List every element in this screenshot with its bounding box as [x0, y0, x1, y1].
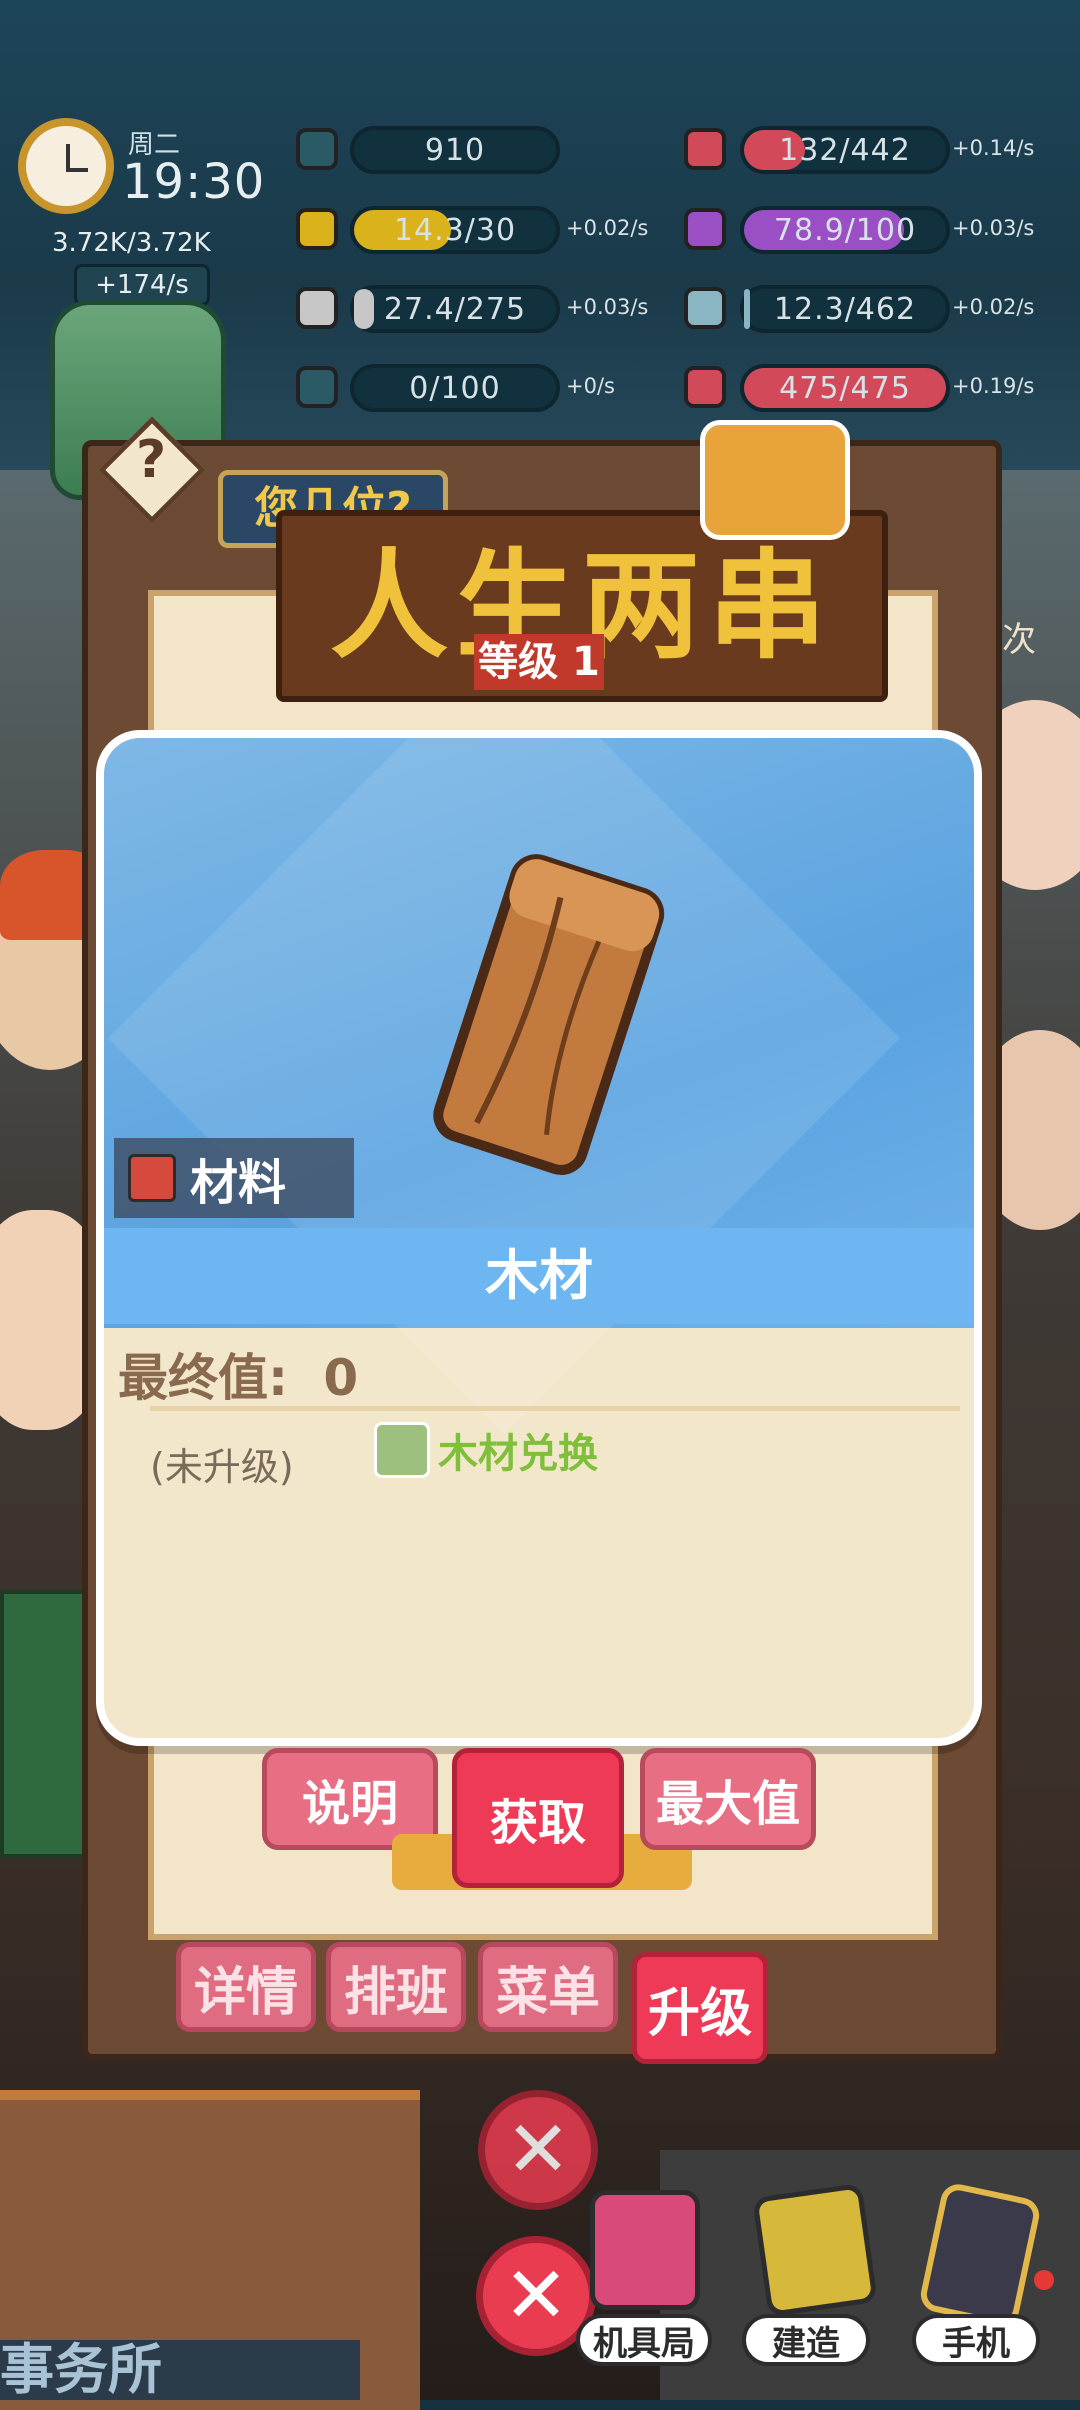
final-value-row: 最终值: 0: [118, 1338, 358, 1410]
gold-bar-icon: [290, 202, 344, 256]
coal-icon: [290, 281, 344, 335]
resource-rate: +0.03/s: [952, 216, 1035, 240]
book-icon: [128, 1154, 176, 1202]
resource-bar: 910: [350, 126, 560, 174]
resource-rate: +0.14/s: [952, 136, 1035, 160]
chocolate-icon: [678, 202, 732, 256]
resource-rate: +0.02/s: [566, 216, 649, 240]
resource-value: 475/475: [779, 370, 911, 406]
resource-bar: 14.3/30: [350, 206, 560, 254]
resource-bar: 132/442: [740, 126, 950, 174]
notification-dot: [1034, 2270, 1054, 2290]
resource-bar: 12.3/462: [740, 285, 950, 333]
wood-exchange-icon: [374, 1422, 430, 1478]
level-badge: 等级 1: [474, 634, 604, 690]
final-value: 0: [323, 1349, 359, 1407]
help-icon: ?: [136, 430, 167, 490]
resource-fill: [354, 289, 375, 329]
beer-mugs-icon: [700, 420, 850, 540]
time-label: 19:30: [122, 154, 266, 210]
max-button[interactable]: 最大值: [640, 1748, 816, 1850]
cash-label: 3.72K/3.72K: [52, 228, 211, 258]
obtain-button[interactable]: 获取: [452, 1748, 624, 1888]
heart-icon: [678, 360, 732, 414]
tab-schedule[interactable]: 排班: [326, 1942, 466, 2032]
final-value-label: 最终值:: [118, 1349, 288, 1407]
close-icon: ✕: [503, 2251, 569, 2341]
shopping-bag-icon: [590, 2190, 700, 2310]
tab-menu[interactable]: 菜单: [478, 1942, 618, 2032]
tab-details[interactable]: 详情: [176, 1942, 316, 2032]
resource-value: 78.9/100: [773, 212, 917, 248]
resource-value: 132/442: [779, 132, 911, 168]
resource-bar: 0/100: [350, 364, 560, 412]
nav-phone-label[interactable]: 手机: [912, 2314, 1040, 2366]
nav-shop[interactable]: [570, 2180, 720, 2330]
nav-build[interactable]: [736, 2180, 886, 2330]
close-icon: ✕: [505, 2105, 571, 2195]
resource-value: 12.3/462: [773, 291, 917, 327]
resource-rate: +0/s: [566, 374, 615, 398]
tab-upgrade[interactable]: 升级: [632, 1952, 768, 2064]
item-name-bar: 木材: [104, 1228, 974, 1324]
category-tag: 材料: [114, 1138, 354, 1218]
water-bottle-icon: [678, 281, 732, 335]
nav-shop-label[interactable]: 机具局: [576, 2314, 712, 2366]
resource-bar: 78.9/100: [740, 206, 950, 254]
exchange-link-label: 木材兑换: [438, 1431, 598, 1477]
upgrade-status: (未升级): [150, 1445, 294, 1489]
side-text: 次: [1002, 620, 1036, 660]
peach-icon: [290, 122, 344, 176]
wood-plank-icon: [290, 360, 344, 414]
item-name: 木材: [485, 1244, 593, 1307]
divider: [150, 1406, 960, 1411]
resource-value: 910: [424, 132, 486, 168]
street-sign: 事务所: [0, 2340, 360, 2400]
resource-rate: +0.19/s: [952, 374, 1035, 398]
resource-value: 14.3/30: [393, 212, 517, 248]
phone-icon: [917, 2181, 1043, 2329]
exchange-link[interactable]: 木材兑换: [374, 1420, 598, 1480]
resource-rate: +0.03/s: [566, 295, 649, 319]
item-detail-modal: 材料 木材 最终值: 0 (未升级) 木材兑换: [96, 730, 982, 1746]
build-icon: [752, 2182, 878, 2318]
ticket-icon: [678, 122, 732, 176]
nav-phone[interactable]: [906, 2180, 1056, 2330]
resource-bar: 475/475: [740, 364, 950, 412]
nav-build-label[interactable]: 建造: [742, 2314, 870, 2366]
resource-bar: 27.4/275: [350, 285, 560, 333]
category-label: 材料: [190, 1155, 287, 1211]
resource-value: 27.4/275: [383, 291, 527, 327]
wood-plank-icon: [433, 854, 665, 1175]
resource-rate: +0.02/s: [952, 295, 1035, 319]
resource-fill: [744, 289, 751, 329]
clock-icon: [18, 118, 114, 214]
resource-value: 0/100: [409, 370, 501, 406]
